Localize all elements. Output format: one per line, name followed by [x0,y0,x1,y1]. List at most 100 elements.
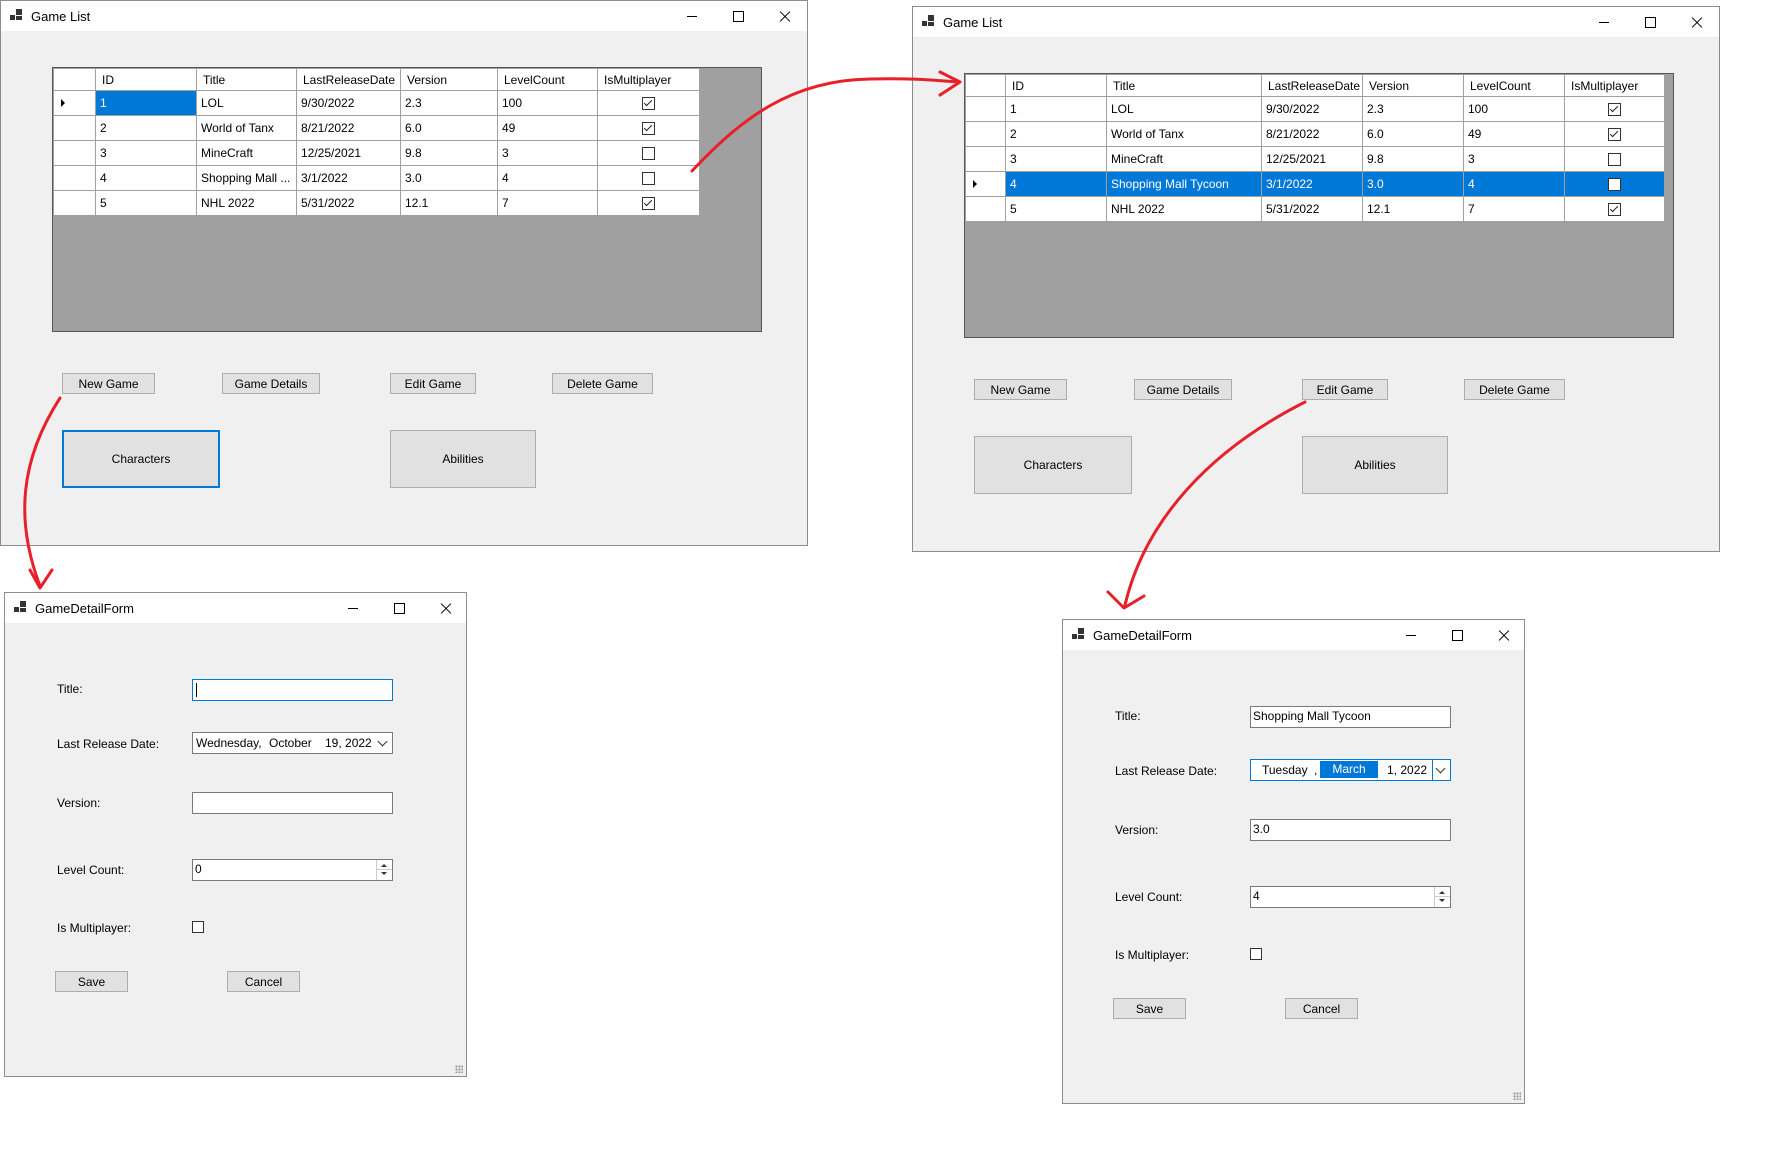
cell-title[interactable]: Shopping Mall Tycoon [1106,171,1262,197]
title-bar[interactable]: Game List [1,1,807,31]
spin-buttons[interactable] [376,860,392,880]
table-row[interactable]: 5 NHL 2022 5/31/2022 12.1 7 [53,190,700,216]
row-header[interactable] [53,190,96,216]
cell-date[interactable]: 3/1/2022 [1261,171,1363,197]
table-row[interactable]: 5 NHL 2022 5/31/2022 12.1 7 [965,196,1665,222]
cell-multiplayer[interactable] [597,190,700,216]
version-input[interactable] [192,792,393,814]
minimize-icon[interactable] [1581,7,1627,37]
row-header[interactable] [965,96,1006,122]
cell-levels[interactable]: 3 [497,140,598,166]
close-icon[interactable] [422,593,468,623]
cell-multiplayer[interactable] [597,140,700,166]
cell-id[interactable]: 2 [95,115,197,141]
minimize-icon[interactable] [669,1,715,31]
title-input[interactable] [192,679,393,701]
title-bar[interactable]: GameDetailForm [1063,620,1524,650]
cell-id[interactable]: 3 [95,140,197,166]
edit-game-button[interactable]: Edit Game [1302,379,1388,400]
table-row[interactable]: 1 LOL 9/30/2022 2.3 100 [965,96,1665,122]
is-multiplayer-checkbox[interactable] [1250,948,1262,960]
cell-title[interactable]: MineCraft [1106,146,1262,172]
cell-id[interactable]: 5 [95,190,197,216]
level-count-stepper[interactable]: 0 [192,859,393,881]
multiplayer-checkbox[interactable] [642,197,655,211]
cell-version[interactable]: 12.1 [1362,196,1464,222]
cell-multiplayer[interactable] [1564,171,1665,197]
column-header[interactable]: IsMultiplayer [1564,74,1665,97]
resize-grip-icon[interactable] [1513,1092,1521,1100]
cell-version[interactable]: 3.0 [1362,171,1464,197]
cell-title[interactable]: Shopping Mall ... [196,165,297,191]
cell-version[interactable]: 9.8 [400,140,498,166]
title-input[interactable]: Shopping Mall Tycoon [1250,706,1451,728]
characters-button[interactable]: Characters [974,436,1132,494]
multiplayer-checkbox[interactable] [1608,203,1621,217]
cell-levels[interactable]: 7 [497,190,598,216]
multiplayer-checkbox[interactable] [642,172,655,186]
cell-id[interactable]: 2 [1005,121,1107,147]
close-icon[interactable] [1480,620,1526,650]
close-icon[interactable] [761,1,807,31]
cell-title[interactable]: MineCraft [196,140,297,166]
maximize-icon[interactable] [376,593,422,623]
abilities-button[interactable]: Abilities [390,430,536,488]
row-header[interactable] [965,146,1006,172]
row-header[interactable] [53,140,96,166]
cell-multiplayer[interactable] [597,165,700,191]
release-date-picker[interactable]: Wednesday, October 19, 2022 [192,732,393,754]
column-header[interactable]: Version [1362,74,1464,97]
release-date-picker[interactable]: Tuesday , March 1, 2022 [1250,759,1451,781]
column-header[interactable]: LastReleaseDate [1261,74,1363,97]
row-header[interactable] [53,115,96,141]
cell-version[interactable]: 2.3 [400,90,498,116]
title-bar[interactable]: Game List [913,7,1719,37]
minimize-icon[interactable] [1388,620,1434,650]
spin-up-icon[interactable] [381,864,387,867]
column-header[interactable]: Version [400,68,498,91]
column-header[interactable]: IsMultiplayer [597,68,700,91]
spin-up-icon[interactable] [1439,891,1445,894]
edit-game-button[interactable]: Edit Game [390,373,476,394]
new-game-button[interactable]: New Game [62,373,155,394]
cell-date[interactable]: 12/25/2021 [1261,146,1363,172]
cell-id[interactable]: 3 [1005,146,1107,172]
delete-game-button[interactable]: Delete Game [552,373,653,394]
table-row[interactable]: 4 Shopping Mall Tycoon 3/1/2022 3.0 4 [965,171,1665,197]
cell-levels[interactable]: 100 [1463,96,1565,122]
game-details-button[interactable]: Game Details [1134,379,1232,400]
cell-multiplayer[interactable] [1564,196,1665,222]
cell-date[interactable]: 5/31/2022 [296,190,401,216]
spin-down-icon[interactable] [1439,899,1445,902]
is-multiplayer-checkbox[interactable] [192,921,204,933]
spin-down-icon[interactable] [381,872,387,875]
cell-date[interactable]: 8/21/2022 [296,115,401,141]
multiplayer-checkbox[interactable] [1608,153,1621,167]
delete-game-button[interactable]: Delete Game [1464,379,1565,400]
cell-id[interactable]: 1 [1005,96,1107,122]
column-header[interactable]: LastReleaseDate [296,68,401,91]
column-header[interactable]: LevelCount [497,68,598,91]
cell-levels[interactable]: 4 [497,165,598,191]
cancel-button[interactable]: Cancel [1285,998,1358,1019]
cell-title[interactable]: NHL 2022 [1106,196,1262,222]
table-row[interactable]: 1 LOL 9/30/2022 2.3 100 [53,90,700,116]
cell-version[interactable]: 3.0 [400,165,498,191]
table-row[interactable]: 4 Shopping Mall ... 3/1/2022 3.0 4 [53,165,700,191]
cancel-button[interactable]: Cancel [227,971,300,992]
cell-id[interactable]: 4 [1005,171,1107,197]
multiplayer-checkbox[interactable] [642,122,655,136]
multiplayer-checkbox[interactable] [642,147,655,161]
cell-date[interactable]: 8/21/2022 [1261,121,1363,147]
cell-multiplayer[interactable] [1564,96,1665,122]
cell-date[interactable]: 12/25/2021 [296,140,401,166]
cell-levels[interactable]: 100 [497,90,598,116]
minimize-icon[interactable] [330,593,376,623]
spin-buttons[interactable] [1434,887,1450,907]
column-header[interactable]: Title [196,68,297,91]
abilities-button[interactable]: Abilities [1302,436,1448,494]
chevron-down-icon[interactable] [1432,760,1450,780]
cell-version[interactable]: 9.8 [1362,146,1464,172]
cell-title[interactable]: NHL 2022 [196,190,297,216]
cell-date[interactable]: 9/30/2022 [1261,96,1363,122]
